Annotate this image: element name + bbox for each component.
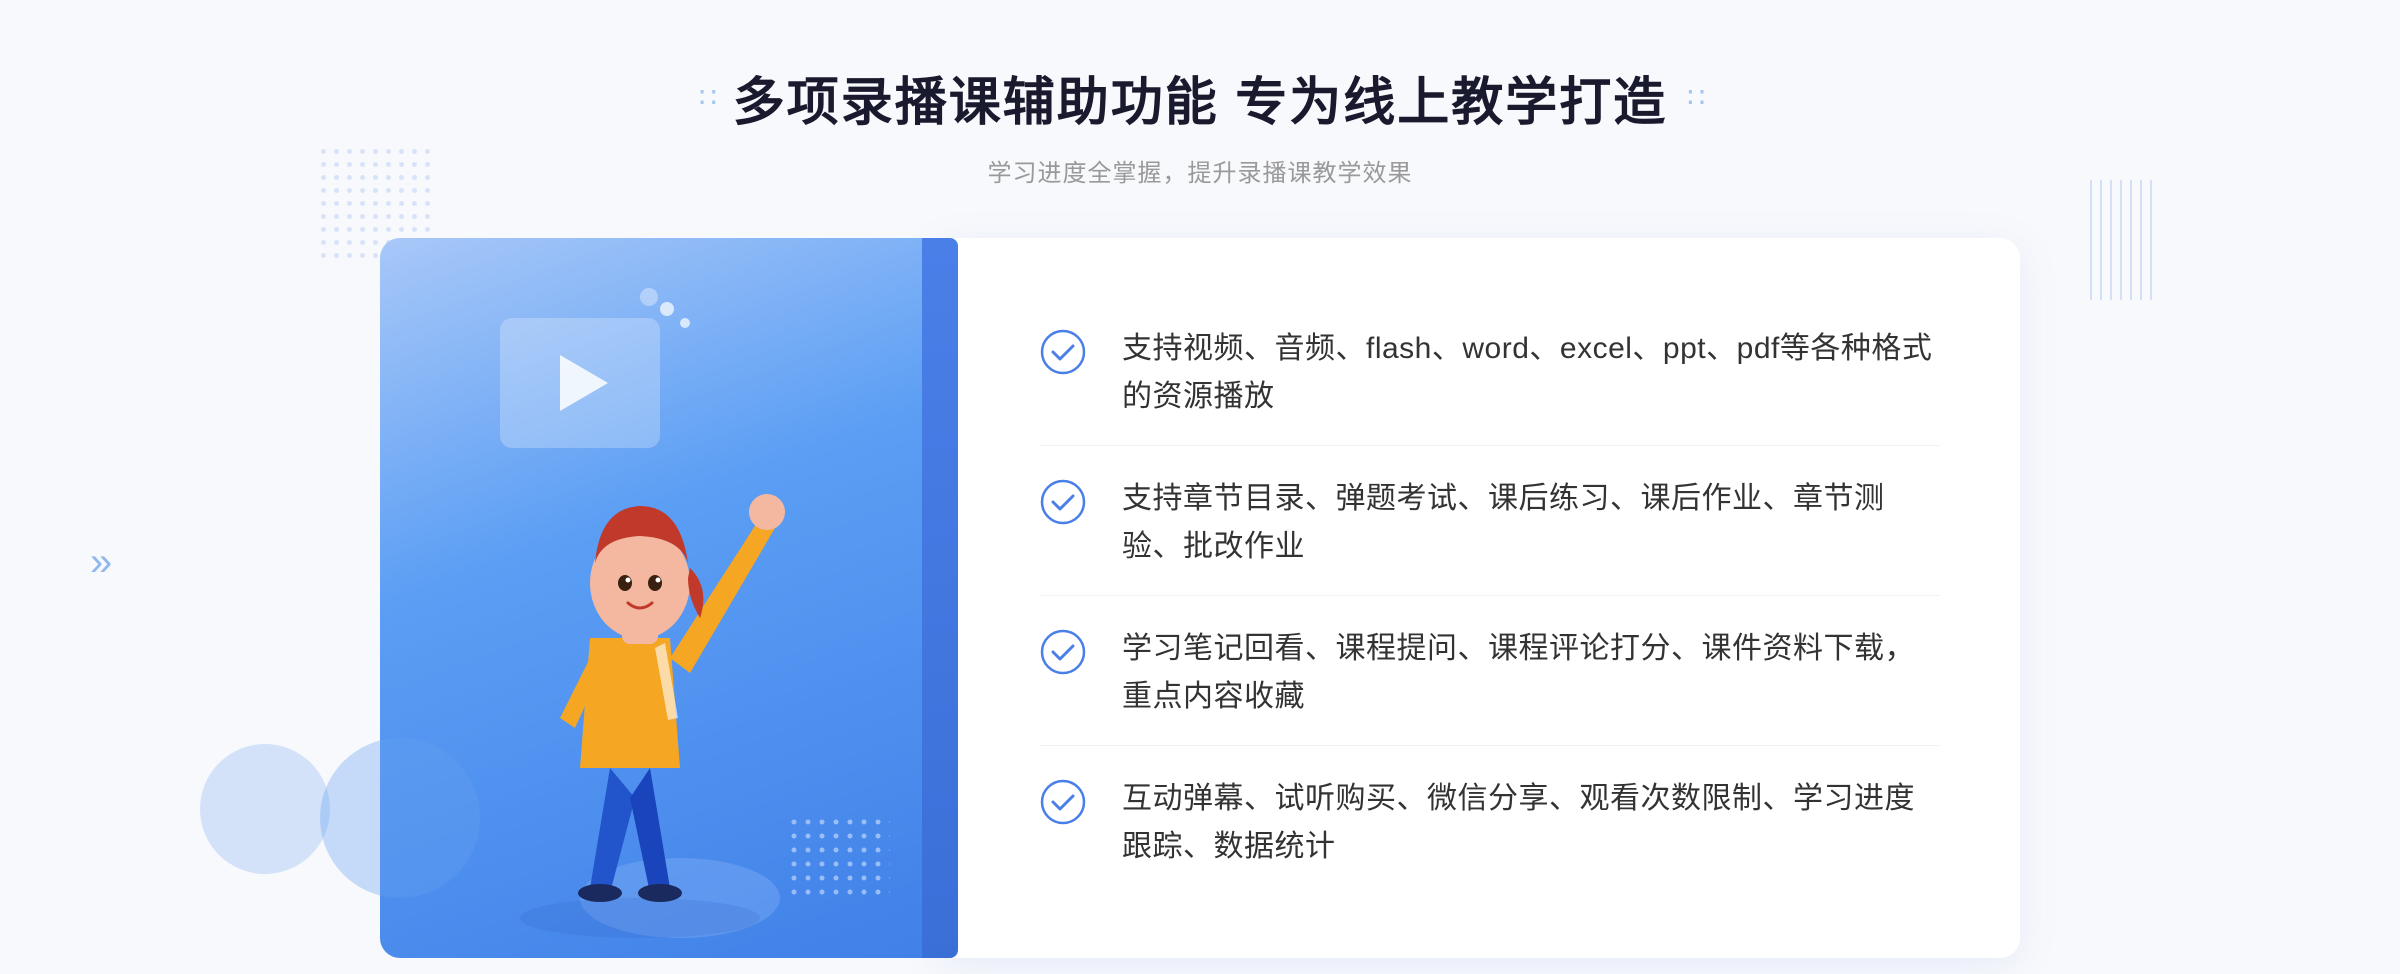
check-icon-3 [1040, 629, 1086, 675]
deco-dots-right: ∷ [1687, 81, 1701, 114]
features-card: 支持视频、音频、flash、word、excel、ppt、pdf等各种格式的资源… [940, 238, 2020, 958]
chevron-left-deco: » [90, 540, 104, 585]
feature-text-2: 支持章节目录、弹题考试、课后练习、课后作业、章节测验、批改作业 [1122, 475, 1940, 571]
check-icon-1 [1040, 329, 1086, 375]
check-icon-2 [1040, 479, 1086, 525]
check-icon-4 [1040, 779, 1086, 825]
sparkle-1 [660, 302, 674, 316]
feature-text-1: 支持视频、音频、flash、word、excel、ppt、pdf等各种格式的资源… [1122, 325, 1940, 421]
header: ∷ 多项录播课辅助功能 专为线上教学打造 ∷ 学习进度全掌握，提升录播课教学效果 [699, 60, 1701, 188]
feature-text-3: 学习笔记回看、课程提问、课程评论打分、课件资料下载，重点内容收藏 [1122, 625, 1940, 721]
deco-dots-left: ∷ [699, 81, 713, 114]
feature-text-4: 互动弹幕、试听购买、微信分享、观看次数限制、学习进度跟踪、数据统计 [1122, 775, 1940, 871]
stripe-rect-deco [2090, 180, 2160, 300]
human-figure-illustration [440, 398, 860, 958]
page-subtitle: 学习进度全掌握，提升录播课教学效果 [699, 153, 1701, 188]
blue-strip-deco [922, 238, 958, 958]
illustration-card [380, 238, 940, 958]
sparkle-3 [640, 288, 658, 306]
page-container: ∷ 多项录播课辅助功能 专为线上教学打造 ∷ 学习进度全掌握，提升录播课教学效果 [0, 0, 2400, 974]
header-title-row: ∷ 多项录播课辅助功能 专为线上教学打造 ∷ [699, 60, 1701, 135]
feature-item-3: 学习笔记回看、课程提问、课程评论打分、课件资料下载，重点内容收藏 [1040, 601, 1940, 746]
feature-item-1: 支持视频、音频、flash、word、excel、ppt、pdf等各种格式的资源… [1040, 301, 1940, 446]
deco-circle-blue [200, 744, 330, 874]
sparkle-2 [680, 318, 690, 328]
content-area: 支持视频、音频、flash、word、excel、ppt、pdf等各种格式的资源… [380, 238, 2020, 958]
feature-item-2: 支持章节目录、弹题考试、课后练习、课后作业、章节测验、批改作业 [1040, 451, 1940, 596]
page-title: 多项录播课辅助功能 专为线上教学打造 [733, 60, 1667, 135]
feature-item-4: 互动弹幕、试听购买、微信分享、观看次数限制、学习进度跟踪、数据统计 [1040, 751, 1940, 895]
